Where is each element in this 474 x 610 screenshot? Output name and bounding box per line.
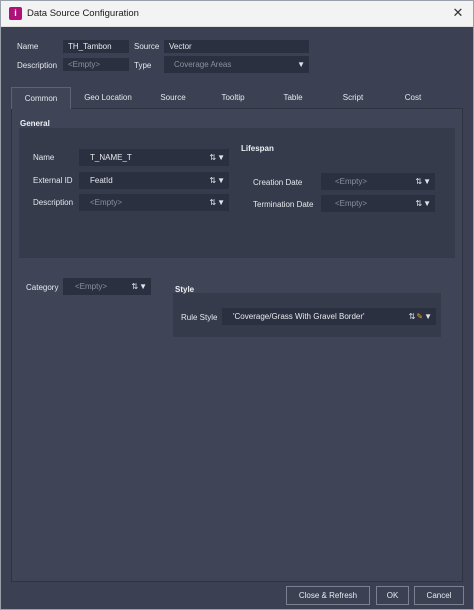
dialog-window: i Data Source Configuration ✕ Name TH_Ta… <box>0 0 474 610</box>
description-label: Description <box>17 61 58 70</box>
chevron-down-icon[interactable]: ▼ <box>217 198 226 207</box>
general-name-value: T_NAME_T <box>90 153 132 162</box>
tab-geo-location[interactable]: Geo Location <box>75 87 141 109</box>
tab-source[interactable]: Source <box>145 87 201 109</box>
field-expression-icon[interactable]: ⇅ <box>131 282 139 291</box>
ok-button[interactable]: OK <box>376 586 409 605</box>
window-title: Data Source Configuration <box>27 8 139 19</box>
style-title: Style <box>175 285 195 294</box>
name-field[interactable]: TH_Tambon <box>63 40 129 53</box>
type-label: Type <box>134 61 152 70</box>
category-value: <Empty> <box>75 282 108 291</box>
app-icon: i <box>9 7 22 20</box>
chevron-down-icon[interactable]: ▼ <box>423 177 432 186</box>
category-label: Category <box>26 283 59 292</box>
chevron-down-icon[interactable]: ▼ <box>424 312 433 321</box>
general-group <box>19 128 455 258</box>
chevron-down-icon[interactable]: ▼ <box>139 282 148 291</box>
general-title: General <box>20 119 50 128</box>
source-label: Source <box>134 42 160 51</box>
termination-date-field[interactable]: <Empty> ⇅▼ <box>321 195 435 212</box>
description-field[interactable]: <Empty> <box>63 58 129 71</box>
external-id-value: FeatId <box>90 176 113 185</box>
cancel-button[interactable]: Cancel <box>414 586 464 605</box>
tab-common[interactable]: Common <box>11 87 71 110</box>
type-dropdown[interactable]: Coverage Areas ▼ <box>164 56 309 73</box>
chevron-down-icon[interactable]: ▼ <box>423 199 432 208</box>
tab-tooltip[interactable]: Tooltip <box>205 87 261 109</box>
field-expression-icon[interactable]: ⇅ <box>415 177 423 186</box>
general-description-value: <Empty> <box>90 198 123 207</box>
close-icon[interactable]: ✕ <box>450 5 466 21</box>
general-description-field[interactable]: <Empty> ⇅▼ <box>79 194 229 211</box>
tab-table[interactable]: Table <box>265 87 321 109</box>
field-expression-icon[interactable]: ⇅ <box>209 198 217 207</box>
rule-style-label: Rule Style <box>181 313 218 322</box>
general-name-dropdown[interactable]: T_NAME_T ⇅▼ <box>79 149 229 166</box>
tab-bar: Common Geo Location Source Tooltip Table… <box>11 87 463 110</box>
creation-date-field[interactable]: <Empty> ⇅▼ <box>321 173 435 190</box>
field-expression-icon[interactable]: ⇅ <box>209 176 217 185</box>
tab-script[interactable]: Script <box>325 87 381 109</box>
type-value: Coverage Areas <box>174 60 232 69</box>
termination-date-label: Termination Date <box>253 200 314 209</box>
external-id-dropdown[interactable]: FeatId ⇅▼ <box>79 172 229 189</box>
general-name-label: Name <box>33 153 55 162</box>
external-id-label: External ID <box>33 176 73 185</box>
creation-date-label: Creation Date <box>253 178 303 187</box>
source-field: Vector <box>164 40 309 53</box>
creation-date-value: <Empty> <box>335 177 368 186</box>
pencil-icon[interactable]: ✎ <box>416 312 424 321</box>
tab-cost[interactable]: Cost <box>385 87 441 109</box>
field-expression-icon[interactable]: ⇅ <box>209 153 217 162</box>
title-bar[interactable]: i Data Source Configuration ✕ <box>1 1 473 27</box>
chevron-down-icon[interactable]: ▼ <box>217 153 226 162</box>
chevron-down-icon[interactable]: ▼ <box>297 56 306 73</box>
rule-style-value: 'Coverage/Grass With Gravel Border' <box>233 312 365 321</box>
rule-style-dropdown[interactable]: 'Coverage/Grass With Gravel Border' ⇅✎▼ <box>222 308 436 325</box>
name-label: Name <box>17 42 39 51</box>
category-field[interactable]: <Empty> ⇅▼ <box>63 278 151 295</box>
general-description-label: Description <box>33 198 74 207</box>
field-expression-icon[interactable]: ⇅ <box>415 199 423 208</box>
termination-date-value: <Empty> <box>335 199 368 208</box>
chevron-down-icon[interactable]: ▼ <box>217 176 226 185</box>
close-refresh-button[interactable]: Close & Refresh <box>286 586 370 605</box>
lifespan-title: Lifespan <box>241 144 274 153</box>
